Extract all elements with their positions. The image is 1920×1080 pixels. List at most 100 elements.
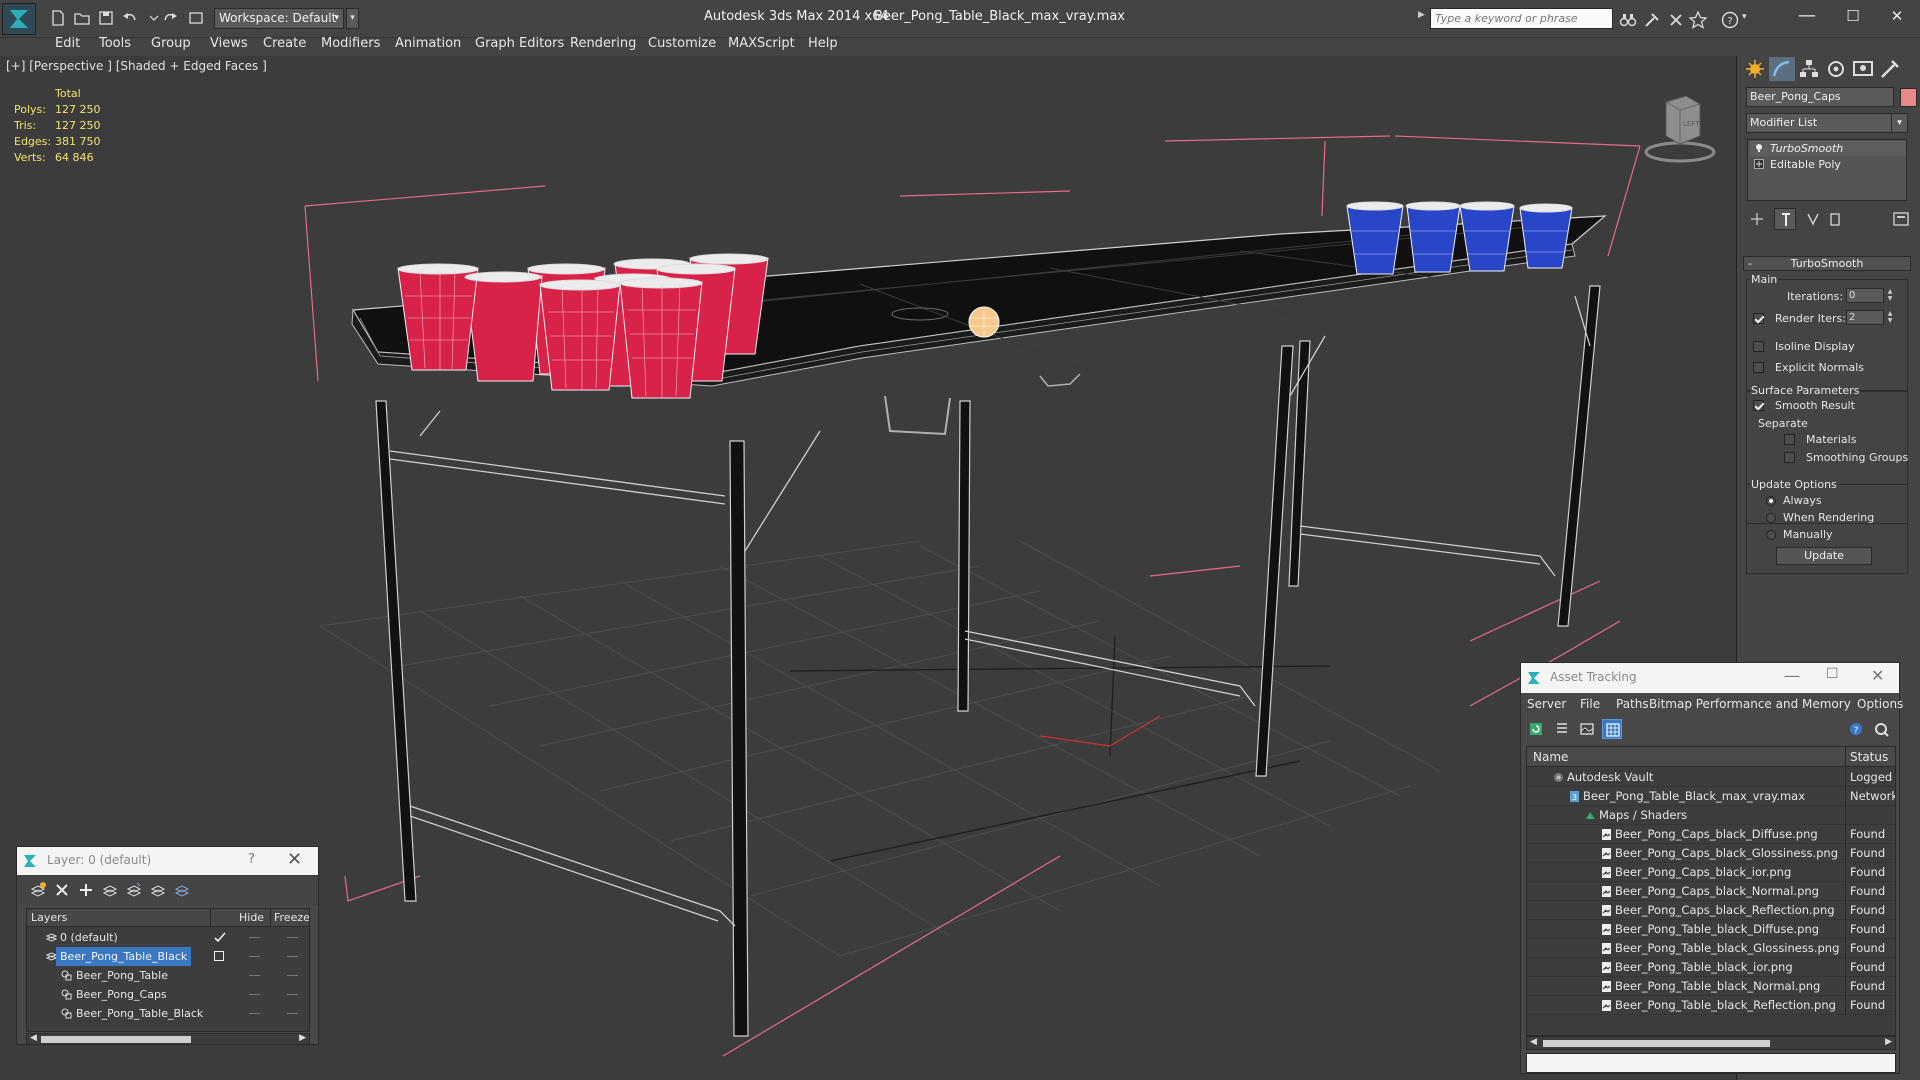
list-view-icon[interactable] (1552, 719, 1572, 739)
asset-row[interactable]: Beer_Pong_Caps_black_Diffuse.png Found (1527, 825, 1895, 844)
redo-icon[interactable] (160, 8, 180, 28)
workspace-dropdown[interactable]: Workspace: Default ▾ (214, 8, 344, 29)
scroll-right-icon[interactable]: ▶ (299, 1033, 306, 1043)
search-input[interactable] (1431, 9, 1612, 28)
scrollbar-thumb[interactable] (1543, 1040, 1770, 1047)
scroll-left-icon[interactable]: ◀ (1530, 1037, 1537, 1047)
spinner-arrows-icon[interactable]: ▲ ▼ (1886, 288, 1894, 303)
communication-icon[interactable] (1666, 10, 1686, 30)
asset-row[interactable]: 3 Beer_Pong_Table_Black_max_vray.max Net… (1527, 787, 1895, 806)
show-end-result-icon[interactable] (1774, 208, 1796, 230)
subscription-icon[interactable] (1642, 10, 1662, 30)
new-file-icon[interactable] (48, 8, 68, 28)
layer-row[interactable]: Beer_Pong_Table (27, 966, 309, 985)
stack-item-turbosmooth[interactable]: TurboSmooth (1750, 141, 1906, 156)
make-unique-icon[interactable] (1802, 208, 1824, 230)
spinner-arrows-icon[interactable]: ▲ ▼ (1886, 310, 1894, 325)
freeze-toggle[interactable] (287, 975, 298, 976)
asset-horizontal-scrollbar[interactable]: ◀ ▶ (1526, 1036, 1896, 1050)
new-layer-icon[interactable] (29, 881, 47, 899)
isoline-display-checkbox[interactable] (1753, 341, 1764, 352)
stack-item-editable-poly[interactable]: Editable Poly (1750, 157, 1906, 172)
asset-row[interactable]: Beer_Pong_Table_black_Normal.png Found (1527, 977, 1895, 996)
explicit-normals-checkbox[interactable] (1753, 362, 1764, 373)
asset-row[interactable]: Beer_Pong_Table_black_Diffuse.png Found (1527, 920, 1895, 939)
asset-row[interactable]: Autodesk Vault Logged C (1527, 768, 1895, 787)
render-iters-checkbox[interactable] (1753, 313, 1764, 324)
search-box[interactable] (1430, 8, 1613, 29)
column-header-hide[interactable]: Hide (239, 909, 264, 927)
settings-icon[interactable] (1871, 719, 1891, 739)
layer-row[interactable]: Beer_Pong_Caps (27, 985, 309, 1004)
hide-toggle[interactable] (249, 937, 260, 938)
asset-row[interactable]: Beer_Pong_Caps_black_ior.png Found (1527, 863, 1895, 882)
hide-toggle[interactable] (249, 1013, 260, 1014)
menu-options[interactable]: Options (1857, 697, 1903, 711)
table-view-icon[interactable] (1602, 719, 1622, 739)
menu-maxscript[interactable]: MAXScript (728, 34, 795, 54)
hide-toggle[interactable] (249, 994, 260, 995)
menu-create[interactable]: Create (263, 34, 306, 54)
layer-row[interactable]: Beer_Pong_Table_Black (27, 1004, 309, 1023)
workspace-menu-arrow[interactable]: ▾ (346, 8, 359, 29)
tab-hierarchy[interactable] (1796, 57, 1822, 81)
asset-row[interactable]: Beer_Pong_Table_black_Reflection.png Fou… (1527, 996, 1895, 1015)
close-icon[interactable]: ✕ (287, 849, 302, 870)
help-icon[interactable]: ? (1846, 719, 1866, 739)
hide-toggle[interactable] (249, 956, 260, 957)
menu-edit[interactable]: Edit (55, 34, 80, 54)
close-icon[interactable]: ✕ (1871, 666, 1884, 685)
tab-modify[interactable] (1769, 57, 1795, 81)
menu-server[interactable]: Server (1527, 697, 1566, 711)
freeze-toggle[interactable] (287, 1013, 298, 1014)
asset-row[interactable]: Beer_Pong_Caps_black_Glossiness.png Foun… (1527, 844, 1895, 863)
select-objects-in-layer-icon[interactable] (101, 881, 119, 899)
asset-path-field[interactable] (1526, 1053, 1896, 1073)
refresh-icon[interactable] (1526, 719, 1546, 739)
app-logo-icon[interactable] (2, 3, 36, 35)
menu-file[interactable]: File (1580, 697, 1600, 711)
update-always-radio[interactable] (1766, 496, 1776, 506)
update-button[interactable]: Update (1776, 547, 1872, 565)
update-manually-radio[interactable] (1766, 530, 1776, 540)
highlight-selected-layer-icon[interactable] (125, 881, 143, 899)
expand-plus-icon[interactable] (1754, 159, 1764, 169)
smoothing-groups-checkbox[interactable] (1784, 452, 1795, 463)
hide-all-layers-icon[interactable] (149, 881, 167, 899)
asset-tracking-titlebar[interactable]: Asset Tracking — ☐ ✕ (1521, 663, 1899, 693)
object-name-field[interactable]: Beer_Pong_Caps (1746, 87, 1894, 107)
add-to-layer-icon[interactable] (77, 881, 95, 899)
menu-paths[interactable]: Paths (1616, 697, 1649, 711)
column-header-name[interactable]: Name (1533, 747, 1568, 767)
render-iters-spinner[interactable]: 2 (1846, 310, 1884, 325)
column-header-freeze[interactable]: Freeze (274, 909, 309, 927)
minimize-icon[interactable]: — (1784, 666, 1800, 685)
scroll-right-icon[interactable]: ▶ (1885, 1037, 1892, 1047)
lightbulb-icon[interactable] (1754, 143, 1764, 153)
undo-icon[interactable] (120, 8, 140, 28)
scroll-left-icon[interactable]: ◀ (30, 1033, 37, 1043)
asset-row[interactable]: Beer_Pong_Caps_black_Reflection.png Foun… (1527, 901, 1895, 920)
tab-motion[interactable] (1823, 57, 1849, 81)
viewport-label[interactable]: [+] [Perspective ] [Shaded + Edged Faces… (6, 59, 267, 73)
menu-modifiers[interactable]: Modifiers (321, 34, 380, 54)
maximize-icon[interactable]: ☐ (1826, 666, 1839, 682)
freeze-toggle[interactable] (287, 937, 298, 938)
delete-layer-icon[interactable] (53, 881, 71, 899)
asset-row[interactable]: Beer_Pong_Table_black_Glossiness.png Fou… (1527, 939, 1895, 958)
binoculars-icon[interactable] (1618, 10, 1638, 30)
iterations-spinner[interactable]: 0 (1846, 288, 1884, 303)
layer-row[interactable]: Beer_Pong_Table_Black (27, 947, 309, 966)
menu-views[interactable]: Views (210, 34, 248, 54)
tab-display[interactable] (1850, 57, 1876, 81)
materials-checkbox[interactable] (1784, 434, 1795, 445)
tab-utilities[interactable] (1877, 57, 1903, 81)
scrollbar-thumb[interactable] (41, 1036, 191, 1043)
tab-create[interactable] (1742, 57, 1768, 81)
help-dropdown-icon[interactable]: ▾ (1742, 12, 1762, 32)
configure-modifier-sets-icon[interactable] (1890, 208, 1912, 230)
menu-rendering[interactable]: Rendering (570, 34, 636, 54)
save-icon[interactable] (96, 8, 116, 28)
turbosmooth-rollout-header[interactable]: - TurboSmooth (1743, 256, 1911, 271)
asset-row[interactable]: Beer_Pong_Caps_black_Normal.png Found (1527, 882, 1895, 901)
